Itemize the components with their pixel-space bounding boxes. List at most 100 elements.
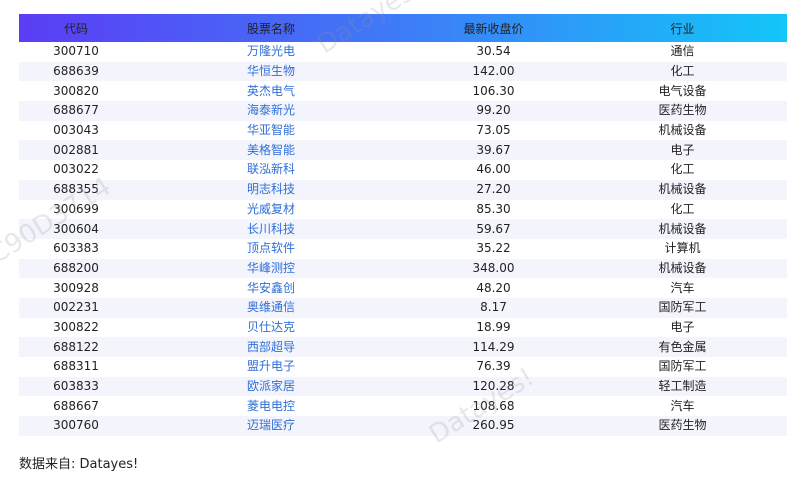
table-row: 300604 长川科技 59.67 机械设备 [19,219,787,239]
stock-name-link[interactable]: 海泰新光 [133,101,409,121]
close-price-cell: 48.20 [476,280,511,295]
column-header-code[interactable]: 代码 [19,14,133,42]
stock-name-link[interactable]: 华安鑫创 [133,278,409,298]
stock-name-link[interactable]: 华恒生物 [133,62,409,82]
industry-cell: 化工 [670,201,695,216]
industry-cell: 机械设备 [658,182,707,197]
table-row: 688667 菱电电控 108.68 汽车 [19,396,787,416]
stock-name-link[interactable]: 英杰电气 [133,81,409,101]
close-price-cell: 18.99 [476,319,511,334]
table-row: 300760 迈瑞医疗 260.95 医药生物 [19,416,787,436]
table-header: 代码 股票名称 最新收盘价 行业 [19,14,787,42]
industry-cell: 机械设备 [658,260,707,275]
close-price-cell: 120.28 [472,379,515,394]
industry-cell: 轻工制造 [658,379,707,394]
industry-cell: 有色金属 [658,339,707,354]
table-row: 688122 西部超导 114.29 有色金属 [19,337,787,357]
close-price-cell: 260.95 [472,418,515,433]
industry-cell: 电子 [670,319,695,334]
close-price-cell: 73.05 [476,123,511,138]
table-row: 003043 华亚智能 73.05 机械设备 [19,121,787,141]
close-price-cell: 106.30 [472,83,515,98]
close-price-cell: 348.00 [472,260,515,275]
table-row: 603383 顶点软件 35.22 计算机 [19,239,787,259]
stock-code-cell: 300699 [53,201,99,216]
table-row: 300699 光威复材 85.30 化工 [19,200,787,220]
stock-name-link[interactable]: 光威复材 [133,200,409,220]
table-row: 003022 联泓新科 46.00 化工 [19,160,787,180]
close-price-cell: 85.30 [476,201,511,216]
industry-cell: 通信 [670,44,695,59]
industry-cell: 计算机 [664,241,701,256]
stock-code-cell: 300760 [53,418,99,433]
stock-name-link[interactable]: 奥维通信 [133,298,409,318]
stock-table-container: 代码 股票名称 最新收盘价 行业 300710 万隆光电 30.54 通信 688639… [19,14,787,436]
header-row: 代码 股票名称 最新收盘价 行业 [19,14,787,42]
stock-code-cell: 688122 [53,339,99,354]
column-header-industry[interactable]: 行业 [578,14,787,42]
stock-name-link[interactable]: 欧派家居 [133,377,409,397]
table-row: 300710 万隆光电 30.54 通信 [19,42,787,62]
industry-cell: 电子 [670,142,695,157]
stock-name-link[interactable]: 西部超导 [133,337,409,357]
table-row: 300822 贝仕达克 18.99 电子 [19,318,787,338]
stock-code-cell: 688639 [53,64,99,79]
table-row: 688355 明志科技 27.20 机械设备 [19,179,787,200]
stock-name-link[interactable]: 美格智能 [133,140,409,160]
industry-cell: 国防军工 [658,359,707,374]
stock-name-link[interactable]: 华峰测控 [133,259,409,279]
stock-code-cell: 603833 [53,379,99,394]
table-body: 300710 万隆光电 30.54 通信 688639 华恒生物 142.00 化工 30082… [19,42,787,436]
table-row: 300928 华安鑫创 48.20 汽车 [19,278,787,298]
stock-name-link[interactable]: 盟升电子 [133,357,409,377]
industry-cell: 医药生物 [658,103,707,118]
stock-code-cell: 688200 [53,260,99,275]
close-price-cell: 114.29 [472,339,515,354]
industry-cell: 国防军工 [658,300,707,315]
stock-name-link[interactable]: 万隆光电 [133,42,409,62]
close-price-cell: 142.00 [472,64,515,79]
table-row: 688311 盟升电子 76.39 国防军工 [19,357,787,377]
table-row: 603833 欧派家居 120.28 轻工制造 [19,376,787,397]
close-price-cell: 46.00 [476,162,511,177]
table-row: 688639 华恒生物 142.00 化工 [19,61,787,82]
column-header-price[interactable]: 最新收盘价 [409,14,578,42]
stock-name-link[interactable]: 华亚智能 [133,121,409,141]
industry-cell: 机械设备 [658,221,707,236]
stock-code-cell: 300928 [53,280,99,295]
industry-cell: 汽车 [670,398,695,413]
stock-code-cell: 300604 [53,221,99,236]
stock-code-cell: 603383 [53,241,99,256]
stock-name-link[interactable]: 菱电电控 [133,396,409,416]
close-price-cell: 99.20 [476,103,511,118]
stock-code-cell: 688311 [53,359,99,374]
stock-name-link[interactable]: 明志科技 [133,180,409,200]
stock-name-link[interactable]: 长川科技 [133,219,409,239]
close-price-cell: 59.67 [476,221,511,236]
close-price-cell: 35.22 [476,241,511,256]
stock-table: 代码 股票名称 最新收盘价 行业 300710 万隆光电 30.54 通信 688639… [19,14,787,436]
stock-code-cell: 688677 [53,103,99,118]
stock-code-cell: 688667 [53,398,99,413]
close-price-cell: 76.39 [476,359,511,374]
stock-code-cell: 300710 [53,44,99,59]
stock-name-link[interactable]: 顶点软件 [133,239,409,259]
stock-name-link[interactable]: 联泓新科 [133,160,409,180]
stock-name-link[interactable]: 贝仕达克 [133,318,409,338]
industry-cell: 化工 [670,64,695,79]
industry-cell: 电气设备 [658,83,707,98]
close-price-cell: 8.17 [480,300,507,315]
close-price-cell: 39.67 [476,142,511,157]
stock-code-cell: 300820 [53,83,99,98]
column-header-name[interactable]: 股票名称 [133,14,409,42]
industry-cell: 化工 [670,162,695,177]
table-row: 002881 美格智能 39.67 电子 [19,140,787,161]
industry-cell: 医药生物 [658,418,707,433]
stock-code-cell: 002881 [53,142,99,157]
table-row: 300820 英杰电气 106.30 电气设备 [19,81,787,101]
stock-code-cell: 300822 [53,319,99,334]
table-row: 002231 奥维通信 8.17 国防军工 [19,297,787,318]
close-price-cell: 30.54 [476,44,511,59]
stock-name-link[interactable]: 迈瑞医疗 [133,416,409,436]
close-price-cell: 27.20 [476,182,511,197]
